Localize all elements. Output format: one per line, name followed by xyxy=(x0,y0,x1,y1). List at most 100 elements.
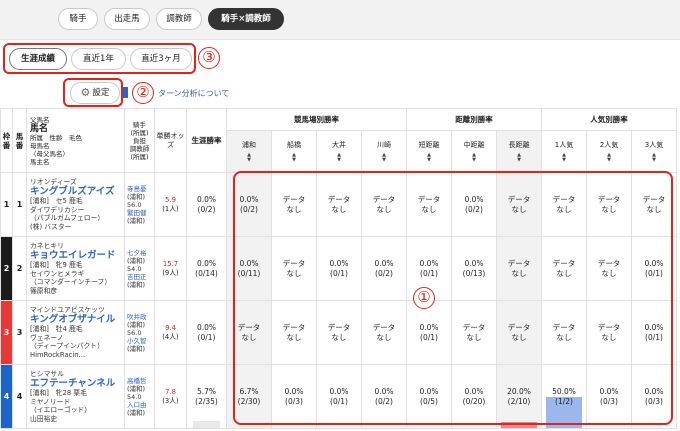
jockey-affiliation: (浦和) xyxy=(127,192,146,201)
subcol-header[interactable]: 船橋 ▲ ▼ xyxy=(271,130,317,173)
horse-name-link[interactable]: エフテーチャンネル xyxy=(30,378,121,389)
career-win-rate: 0.0% xyxy=(196,194,217,204)
stat-value: データ xyxy=(282,322,306,332)
turn-analysis-link[interactable]: ターン分析について xyxy=(158,88,229,99)
horse-name-link[interactable]: キングオブザナイル xyxy=(30,314,121,325)
stat-detail: (0/1) xyxy=(420,332,438,342)
subcol-header[interactable]: 大井 ▲ ▼ xyxy=(316,130,362,173)
trainer-affiliation: (浦和) xyxy=(127,408,146,417)
sort-arrows-icon[interactable]: ▲ ▼ xyxy=(588,153,631,163)
horse-cell: マインドユアビスケッツ キングオブザナイル [浦和] 牡4 鹿毛 ヴェネーノ （ディープ… xyxy=(26,300,125,365)
horse-name-link[interactable]: キョウエイレガード xyxy=(30,250,121,261)
trainer-name-link[interactable]: 吉田正 xyxy=(127,273,152,281)
tab-horses[interactable]: 出走馬 xyxy=(104,8,150,30)
jockey-cell: 寺島憂 (浦和) 56.0 繁田健 (浦和) xyxy=(124,172,155,237)
career-win-rate: 0.0% xyxy=(196,258,217,268)
sire-name: リオンディーズ xyxy=(30,177,77,186)
tab-jockey[interactable]: 騎手 xyxy=(58,8,98,30)
horse-number: 1 xyxy=(12,172,27,237)
callout-1: ① xyxy=(413,287,435,309)
stat-value: 0.0% xyxy=(419,258,439,268)
horse-name-link[interactable]: キングブルズアイズ xyxy=(30,186,121,197)
subcol-label: 船橋 xyxy=(287,141,301,149)
subcol-header[interactable]: 1人気 ▲ ▼ xyxy=(541,130,587,173)
stat-value: データ xyxy=(327,194,351,204)
dam-name: セイウンヒメラギ xyxy=(30,269,85,278)
subcol-header[interactable]: 中距離 ▲ ▼ xyxy=(451,130,497,173)
subcol-header[interactable]: 短距離 ▲ ▼ xyxy=(406,130,452,173)
trainer-affiliation: (浦和) xyxy=(127,216,146,225)
col-header-career-rate[interactable]: 生涯勝率 xyxy=(186,108,227,173)
subcol-header[interactable]: 長距離 ▲ ▼ xyxy=(496,130,542,173)
stat-value: データ xyxy=(282,258,306,268)
sort-arrows-icon[interactable]: ▲ ▼ xyxy=(363,153,406,163)
jockey-name-link[interactable]: 吹井政 xyxy=(127,313,152,321)
sort-arrows-icon[interactable]: ▲ ▼ xyxy=(633,153,676,163)
stat-value: データ xyxy=(507,194,531,204)
stat-value: データ xyxy=(327,322,351,332)
stat-detail: なし xyxy=(556,268,572,278)
horse-cell: リオンディーズ キングブルズアイズ [浦和] セ5 鹿毛 ダイワデリカシー （パブルガム… xyxy=(26,172,125,237)
jockey-name-link[interactable]: 寺島憂 xyxy=(127,185,152,193)
owner-name: 山田裕史 xyxy=(30,414,58,423)
jockey-name-link[interactable]: 高橋哲 xyxy=(127,377,152,385)
sort-arrows-icon[interactable]: ▲ ▼ xyxy=(498,153,541,163)
trainer-name-link[interactable]: 繁田健 xyxy=(127,209,152,217)
subcol-label: 1人気 xyxy=(554,141,574,149)
sort-arrows-icon[interactable]: ▲ ▼ xyxy=(408,153,451,163)
stat-detail: なし xyxy=(241,332,257,342)
tab-jockey-x-trainer[interactable]: 騎手×調教師 xyxy=(208,8,284,30)
stat-detail: (0/20) xyxy=(462,396,486,406)
subcol-header[interactable]: 3人気 ▲ ▼ xyxy=(631,130,677,173)
sort-arrows-icon[interactable]: ▲ ▼ xyxy=(318,153,361,163)
subcol-label: 2人気 xyxy=(599,141,619,149)
stat-value: 0.0% xyxy=(464,386,484,396)
subcol-header[interactable]: 2人気 ▲ ▼ xyxy=(586,130,632,173)
col-header-odds[interactable]: 単勝オッズ xyxy=(154,108,187,173)
win-odds: 5.9 xyxy=(165,195,176,204)
group-header-distance: 距離別勝率 xyxy=(406,108,542,131)
sort-arrows-icon[interactable]: ▲ ▼ xyxy=(453,153,496,163)
stat-detail: なし xyxy=(511,268,527,278)
subcol-header[interactable]: 川崎 ▲ ▼ xyxy=(361,130,407,173)
subcol-header[interactable]: 浦和 ▲ ▼ xyxy=(226,130,272,173)
stat-detail: (0/1) xyxy=(330,396,348,406)
sort-arrows-icon[interactable]: ▲ ▼ xyxy=(228,153,271,163)
trainer-name-link[interactable]: 小久智 xyxy=(127,337,152,345)
horse-affiliation: [浦和] 牝9 鹿毛 xyxy=(30,261,83,270)
trainer-affiliation: (浦和) xyxy=(127,280,146,289)
stat-detail: なし xyxy=(286,332,302,342)
stat-detail: なし xyxy=(511,204,527,214)
top-tab-bar: 騎手 出走馬 調教師 騎手×調教師 xyxy=(0,0,680,40)
stat-value: データ xyxy=(597,258,621,268)
stat-value: データ xyxy=(642,194,666,204)
stat-value: 0.0% xyxy=(419,322,439,332)
stat-detail: (0/11) xyxy=(237,268,261,278)
stat-value: データ xyxy=(552,194,576,204)
header-jockey: 騎手 xyxy=(133,120,146,129)
col-header-horse: 父馬名 馬名 所属 性齢 毛色 母馬名 （母父馬名） 馬主名 xyxy=(26,108,125,173)
damsire-name: （イエローゴッド） xyxy=(30,406,92,415)
header-owner: 馬主名 xyxy=(30,157,50,166)
stat-value: 20.0% xyxy=(507,386,531,396)
trainer-name-link[interactable]: 入口由 xyxy=(127,401,152,409)
jockey-affiliation: (浦和) xyxy=(127,256,146,265)
trainer-affiliation: (浦和) xyxy=(127,344,146,353)
header-jockey-aff: (所属) xyxy=(130,128,149,137)
jockey-name-link[interactable]: 七夕裕 xyxy=(127,249,152,257)
sort-arrows-icon[interactable]: ▲ ▼ xyxy=(273,153,316,163)
stat-detail: (0/2) xyxy=(465,204,483,214)
stat-value: 0.0% xyxy=(464,194,484,204)
sort-arrows-icon[interactable]: ▲ ▼ xyxy=(543,153,586,163)
header-horse-name: 馬名 xyxy=(30,123,49,134)
annotation-box-2 xyxy=(63,78,123,107)
stat-value: データ xyxy=(552,322,576,332)
tab-trainer[interactable]: 調教師 xyxy=(156,8,202,30)
odds-cell: 5.9 (1人) xyxy=(154,172,187,237)
page: 騎手 出走馬 調教師 騎手×調教師 生涯成績 直近1年 直近3ヶ月 ③ ⚙ 設定 … xyxy=(0,0,680,431)
dam-name: ミヤノリード xyxy=(30,397,71,406)
sire-name: カネヒキリ xyxy=(30,241,64,250)
header-weight: 負担 xyxy=(133,136,146,145)
owner-name: (株) バスター xyxy=(30,222,72,231)
popularity-rank: (3人) xyxy=(162,396,179,405)
